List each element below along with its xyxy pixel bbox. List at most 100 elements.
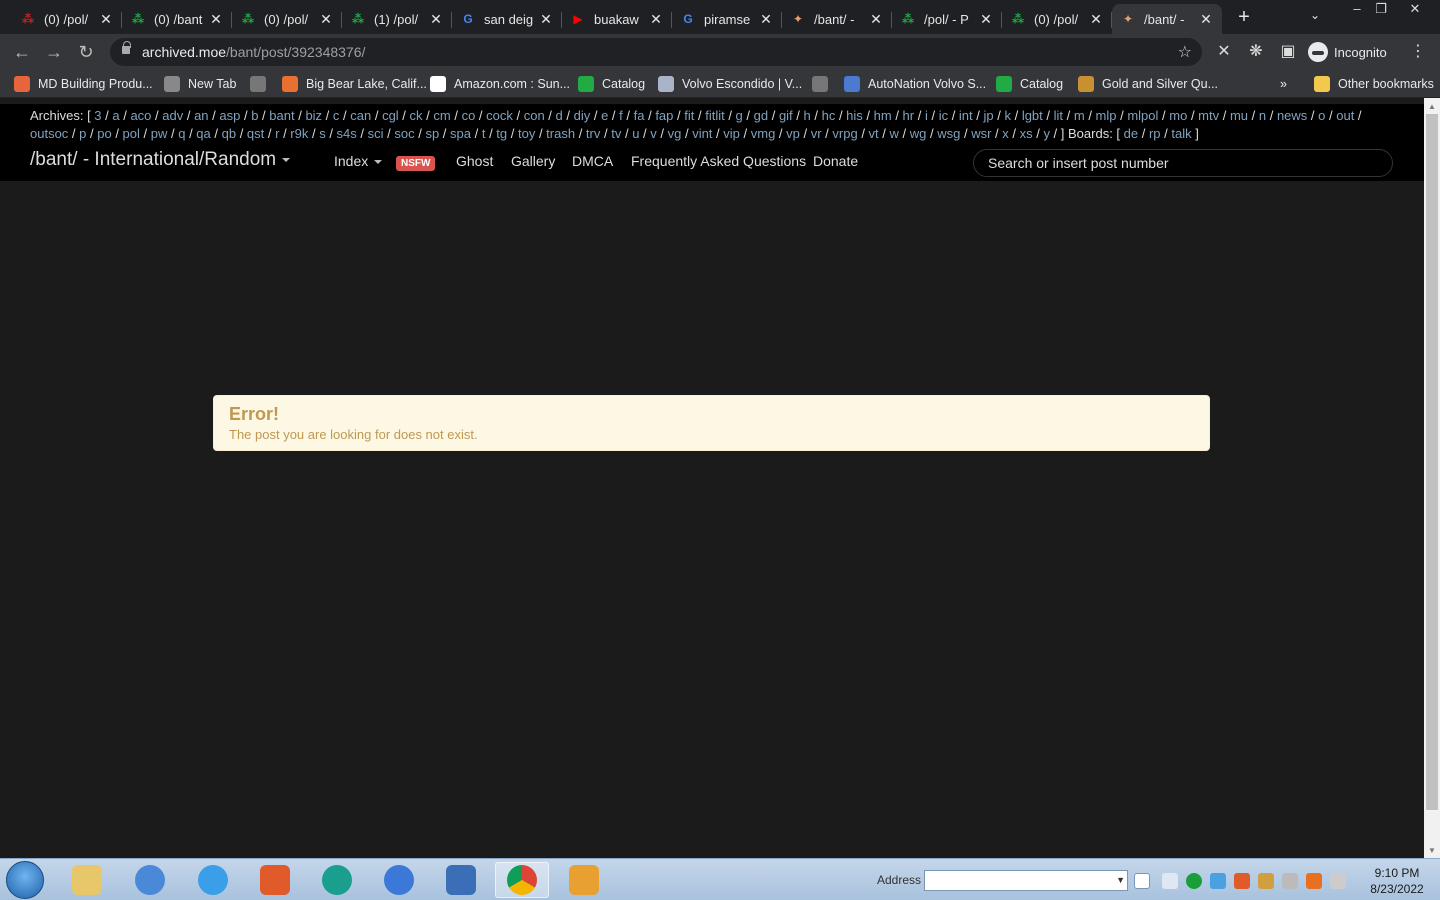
archive-board-link[interactable]: cm (433, 108, 450, 123)
google-earth-taskbar-button[interactable] (372, 862, 426, 898)
archive-board-link[interactable]: vg (668, 126, 682, 141)
archive-board-link[interactable]: t (482, 126, 486, 141)
archive-board-link[interactable]: d (556, 108, 563, 123)
close-tab-icon[interactable]: ✕ (318, 11, 334, 28)
browser-tab[interactable]: ✦ /bant/ - ✕ (1112, 4, 1222, 34)
board-link[interactable]: rp (1149, 126, 1161, 141)
post-search-input[interactable]: Search or insert post number (973, 149, 1393, 177)
archive-board-link[interactable]: biz (305, 108, 322, 123)
archive-board-link[interactable]: fitlit (705, 108, 725, 123)
new-tab-button[interactable]: + (1232, 6, 1256, 30)
bookmark-item[interactable] (812, 75, 836, 93)
archive-board-link[interactable]: ic (939, 108, 948, 123)
archive-board-link[interactable]: fa (634, 108, 645, 123)
archive-board-link[interactable]: fit (684, 108, 694, 123)
archive-board-link[interactable]: wsr (971, 126, 991, 141)
board-link[interactable]: talk (1171, 126, 1191, 141)
bookmark-item[interactable]: Amazon.com : Sun... (430, 75, 570, 93)
browser-tab[interactable]: ⁂ (0) /pol/ ✕ (232, 4, 342, 34)
bookmark-item[interactable]: Volvo Escondido | V... (658, 75, 802, 93)
scrollbar-thumb[interactable] (1426, 114, 1438, 810)
archive-board-link[interactable]: tg (496, 126, 507, 141)
archive-board-link[interactable]: hm (874, 108, 892, 123)
archive-board-link[interactable]: xs (1020, 126, 1033, 141)
archive-board-link[interactable]: can (350, 108, 371, 123)
close-window-button[interactable]: ✕ (1398, 0, 1432, 20)
archive-board-link[interactable]: r (275, 126, 279, 141)
archive-board-link[interactable]: news (1277, 108, 1307, 123)
extensions-icon[interactable]: ❋ (1246, 42, 1266, 62)
archive-board-link[interactable]: gd (754, 108, 768, 123)
browser-tab[interactable]: ⁂ (1) /pol/ ✕ (342, 4, 452, 34)
tray-network-icon[interactable] (1162, 873, 1178, 889)
scroll-up-arrow-icon[interactable]: ▲ (1428, 102, 1436, 111)
scroll-down-arrow-icon[interactable]: ▼ (1428, 846, 1436, 855)
dropdown-arrow-icon[interactable]: ▼ (1116, 875, 1125, 885)
archive-board-link[interactable]: pw (151, 126, 168, 141)
tray-status-icon[interactable] (1186, 873, 1202, 889)
close-tab-icon[interactable]: ✕ (978, 11, 994, 28)
archive-board-link[interactable]: po (97, 126, 111, 141)
reading-list-icon[interactable]: ▣ (1278, 42, 1298, 62)
archive-board-link[interactable]: vint (692, 126, 712, 141)
reload-button[interactable]: ↻ (74, 40, 98, 64)
close-tab-icon[interactable]: ✕ (538, 11, 554, 28)
close-tab-icon[interactable]: ✕ (1088, 11, 1104, 28)
internet-explorer-taskbar-button[interactable] (186, 862, 240, 898)
thunderbird-taskbar-button[interactable] (123, 862, 177, 898)
archive-board-link[interactable]: 3 (94, 108, 101, 123)
archive-board-link[interactable]: con (524, 108, 545, 123)
tray-app-icon[interactable] (1210, 873, 1226, 889)
archive-board-link[interactable]: s4s (337, 126, 357, 141)
archive-board-link[interactable]: m (1074, 108, 1085, 123)
archive-board-link[interactable]: i (925, 108, 928, 123)
close-tab-icon[interactable]: ✕ (208, 11, 224, 28)
close-tab-icon[interactable]: ✕ (428, 11, 444, 28)
archive-board-link[interactable]: trv (586, 126, 600, 141)
forward-button[interactable]: → (42, 40, 66, 64)
tab-search-chevron-icon[interactable]: ⌄ (1310, 8, 1320, 22)
archive-board-link[interactable]: vrpg (832, 126, 857, 141)
start-button[interactable] (6, 861, 44, 899)
browser-tab[interactable]: Gpiramse ✕ (672, 4, 782, 34)
menu-kebab-icon[interactable]: ⋮ (1408, 42, 1428, 62)
archive-board-link[interactable]: vmg (751, 126, 776, 141)
archive-board-link[interactable]: diy (574, 108, 591, 123)
bookmark-item[interactable]: MD Building Produ... (14, 75, 153, 93)
go-arrow-icon[interactable] (1134, 873, 1150, 889)
dmca-link[interactable]: DMCA (572, 153, 613, 169)
browser-tab[interactable]: ⁂ (0) /pol/ ✕ (1002, 4, 1112, 34)
index-dropdown[interactable]: Index (334, 153, 383, 169)
archive-board-link[interactable]: g (736, 108, 743, 123)
archive-board-link[interactable]: fap (655, 108, 673, 123)
archive-board-link[interactable]: mlp (1096, 108, 1117, 123)
browser-tab[interactable]: ✦ /bant/ - ✕ (782, 4, 892, 34)
ghost-link[interactable]: Ghost (456, 153, 493, 169)
archive-board-link[interactable]: mlpol (1127, 108, 1158, 123)
archive-board-link[interactable]: f (619, 108, 623, 123)
bookmark-item[interactable]: Big Bear Lake, Calif... (282, 75, 427, 93)
archive-board-link[interactable]: trash (546, 126, 575, 141)
archive-board-link[interactable]: q (178, 126, 185, 141)
bookmark-star-icon[interactable]: ☆ (1178, 42, 1192, 62)
archive-board-link[interactable]: int (959, 108, 973, 123)
archive-board-link[interactable]: e (601, 108, 608, 123)
browser-tab[interactable]: ⁂ (0) /pol/ ✕ (12, 4, 122, 34)
archive-board-link[interactable]: n (1259, 108, 1266, 123)
close-tab-icon[interactable]: ✕ (98, 11, 114, 28)
tray-bug-icon[interactable] (1258, 873, 1274, 889)
page-scrollbar[interactable]: ▲ ▼ (1424, 98, 1440, 858)
archive-board-link[interactable]: outsoc (30, 126, 68, 141)
archive-board-link[interactable]: b (251, 108, 258, 123)
archive-board-link[interactable]: vp (786, 126, 800, 141)
edge-taskbar-button[interactable] (310, 862, 364, 898)
tray-ccleaner-icon[interactable] (1234, 873, 1250, 889)
archive-board-link[interactable]: bant (269, 108, 294, 123)
archive-board-link[interactable]: spa (450, 126, 471, 141)
archive-board-link[interactable]: lit (1054, 108, 1063, 123)
file-explorer-taskbar-button[interactable] (60, 862, 114, 898)
archive-board-link[interactable]: co (462, 108, 476, 123)
gallery-link[interactable]: Gallery (511, 153, 555, 169)
address-toolbar-input[interactable]: ▼ (924, 870, 1128, 891)
archive-board-link[interactable]: p (79, 126, 86, 141)
